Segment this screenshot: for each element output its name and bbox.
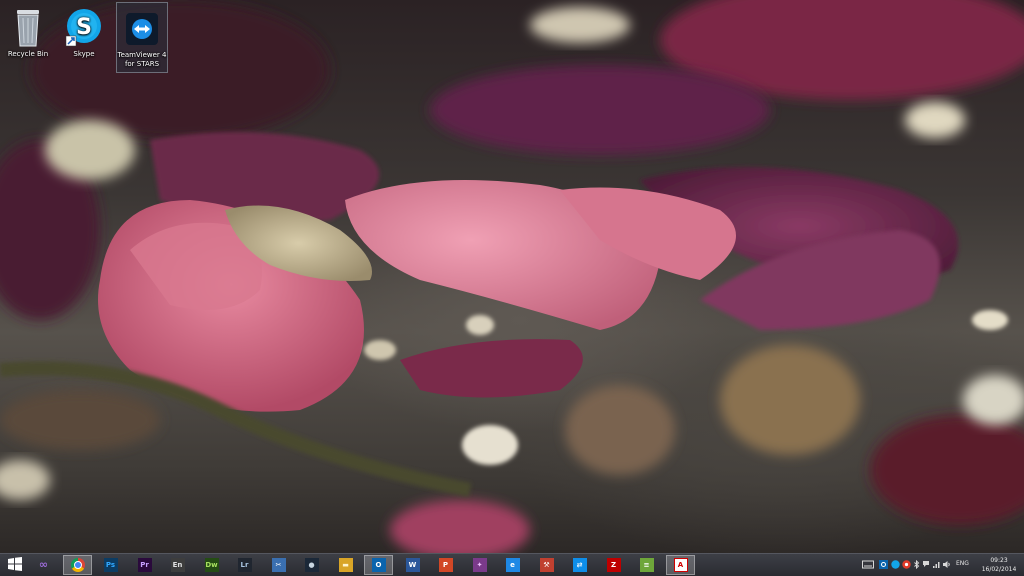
teamviewer-icon (123, 7, 161, 49)
tools-icon: ⚒ (539, 558, 554, 572)
taskbar-encore-button[interactable]: En (163, 555, 192, 575)
volume-icon[interactable] (942, 560, 951, 569)
taskbar-filezilla-button[interactable]: Z (599, 555, 628, 575)
onenote-icon: ✦ (472, 558, 487, 572)
desktop: Recycle Bin S Skype TeamViewer 4 for STA… (0, 0, 1024, 576)
internet-explorer-icon: e (505, 558, 520, 572)
taskbar-snipping-button[interactable]: ✂ (264, 555, 293, 575)
explorer-icon: ▬ (338, 558, 353, 572)
skype-shortcut[interactable]: S Skype (58, 2, 110, 59)
taskbar-photoshop-button[interactable]: Ps (96, 555, 125, 575)
taskbar-dreamweaver-button[interactable]: Dw (197, 555, 226, 575)
encore-icon: En (170, 558, 185, 572)
visual-studio-icon: ∞ (38, 558, 49, 571)
premiere-icon: Pr (137, 558, 152, 572)
chrome-center (73, 561, 82, 569)
clock[interactable]: 09:23 16/02/2014 (978, 556, 1020, 574)
taskbar-steam-button[interactable]: ● (297, 555, 326, 575)
word-icon: W (405, 558, 420, 572)
taskbar-outlook-button[interactable]: O (364, 555, 393, 575)
action-center-icon[interactable] (922, 560, 931, 569)
taskbar-explorer-button[interactable]: ▬ (331, 555, 360, 575)
recycle-bin-shortcut[interactable]: Recycle Bin (2, 2, 54, 59)
recycle-bin-label: Recycle Bin (7, 50, 49, 58)
steam-icon: ● (304, 558, 319, 572)
recycle-bin-icon (9, 6, 47, 48)
taskbar-notepad-button[interactable]: ≡ (632, 555, 661, 575)
taskbar-internet-explorer-button[interactable]: e (498, 555, 527, 575)
photoshop-icon: Ps (103, 558, 118, 572)
taskbar-adobe-reader-button[interactable]: A (666, 555, 695, 575)
lightroom-icon: Lr (237, 558, 252, 572)
taskbar-word-button[interactable]: W (398, 555, 427, 575)
filezilla-icon: Z (606, 558, 621, 572)
system-tray: ENG 09:23 16/02/2014 (854, 554, 1024, 576)
antivirus-icon[interactable] (902, 560, 911, 569)
windows-start-icon (7, 556, 22, 575)
adobe-reader-icon: A (673, 558, 688, 572)
teamviewer-icon: ⇄ (572, 558, 587, 572)
taskbar-chrome-button[interactable] (63, 555, 92, 575)
teamviewer-label: TeamViewer 4 for STARS (117, 51, 167, 68)
wallpaper-petals (0, 0, 1024, 553)
svg-text:S: S (76, 15, 92, 40)
skype-tray-icon[interactable] (891, 560, 900, 569)
chrome-icon (70, 558, 85, 572)
keyboard-icon[interactable] (862, 560, 874, 569)
network-icon[interactable] (932, 560, 941, 569)
notepad-icon: ≡ (639, 558, 654, 572)
clock-date: 16/02/2014 (981, 566, 1017, 573)
taskbar-onenote-button[interactable]: ✦ (465, 555, 494, 575)
outlook-icon: O (371, 558, 386, 572)
teamviewer-shortcut[interactable]: TeamViewer 4 for STARS (116, 2, 168, 73)
language-indicator[interactable]: ENG (956, 560, 969, 567)
clock-time: 09:23 (990, 557, 1008, 564)
skype-icon: S (65, 6, 103, 48)
taskbar-teamviewer-button[interactable]: ⇄ (565, 555, 594, 575)
taskbar: ∞ Ps Pr En Dw Lr ✂ ● ▬ O W P ✦ e ⚒ ⇄ Z ≡ A (0, 553, 1024, 576)
dreamweaver-icon: Dw (204, 558, 219, 572)
outlook-tray-icon[interactable] (879, 560, 888, 569)
start-button[interactable] (0, 555, 29, 575)
powerpoint-icon: P (438, 558, 453, 572)
skype-label: Skype (73, 50, 95, 58)
bluetooth-icon[interactable] (912, 559, 921, 570)
taskbar-visual-studio-button[interactable]: ∞ (29, 555, 58, 575)
taskbar-lightroom-button[interactable]: Lr (230, 555, 259, 575)
taskbar-tools-button[interactable]: ⚒ (532, 555, 561, 575)
snipping-icon: ✂ (271, 558, 286, 572)
wallpaper (0, 0, 1024, 553)
taskbar-premiere-button[interactable]: Pr (130, 555, 159, 575)
taskbar-powerpoint-button[interactable]: P (431, 555, 460, 575)
